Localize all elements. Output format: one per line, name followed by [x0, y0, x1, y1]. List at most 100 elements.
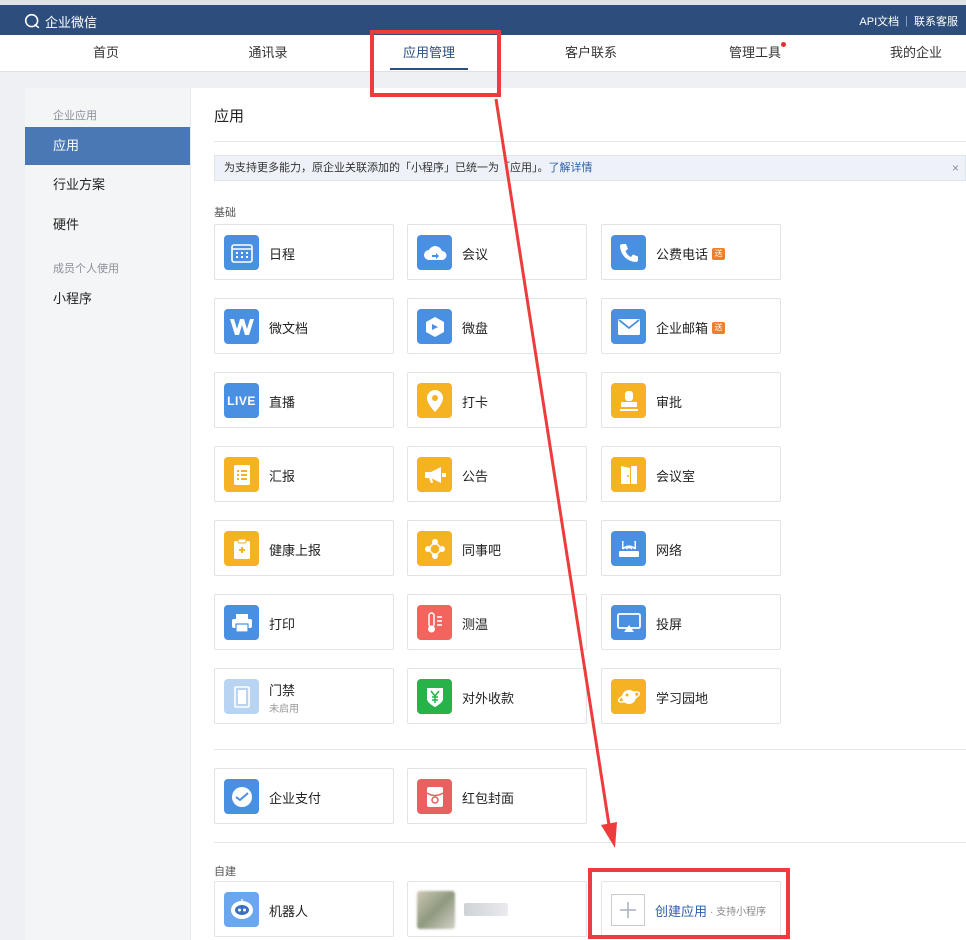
nav-home[interactable]: 首页 — [78, 35, 134, 71]
app-name: 投屏 — [656, 617, 683, 632]
app-card-robot[interactable]: 机器人 — [214, 881, 394, 937]
sidebar-item-apps[interactable]: 应用 — [25, 127, 190, 165]
nav-contacts[interactable]: 通讯录 — [240, 35, 296, 71]
app-status: 未启用 — [269, 704, 299, 715]
app-name: 打卡 — [462, 395, 489, 410]
app-name: 会议室 — [656, 469, 696, 484]
title-divider — [214, 141, 966, 142]
notice-banner: 为支持更多能力，原企业关联添加的「小程序」已统一为「应用」。了解详情 × — [214, 155, 966, 181]
location-pin-icon — [417, 383, 452, 418]
notice-close-icon[interactable]: × — [952, 156, 959, 180]
app-name: 打印 — [269, 617, 296, 632]
live-icon-text: LIVE — [227, 393, 256, 408]
app-card-live[interactable]: LIVE 直播 — [214, 372, 394, 428]
section-divider — [214, 749, 966, 750]
app-name-text: 公费电话 — [656, 247, 709, 262]
app-card-disk[interactable]: 微盘 — [407, 298, 587, 354]
calendar-icon — [224, 235, 259, 270]
mail-icon — [611, 309, 646, 344]
app-card-doc[interactable]: 微文档 — [214, 298, 394, 354]
api-docs-link[interactable]: API文档 — [859, 13, 899, 29]
door-icon — [224, 679, 259, 714]
section-basic-label: 基础 — [214, 207, 236, 219]
app-card-health[interactable]: 健康上报 — [214, 520, 394, 576]
app-name: 会议 — [462, 247, 489, 262]
app-name: 公告 — [462, 469, 489, 484]
notice-learn-more-link[interactable]: 了解详情 — [549, 162, 593, 174]
red-packet-icon — [417, 779, 452, 814]
disk-icon — [417, 309, 452, 344]
app-card-report[interactable]: 汇报 — [214, 446, 394, 502]
w-doc-icon — [224, 309, 259, 344]
support-link[interactable]: 联系客服 — [914, 13, 958, 29]
app-name: 企业邮箱送 — [656, 318, 726, 337]
sidebar-item-industry[interactable]: 行业方案 — [25, 166, 190, 204]
planet-icon — [611, 679, 646, 714]
blurred-app-name — [464, 903, 508, 916]
app-name: 测温 — [462, 617, 489, 632]
app-name: 微文档 — [269, 321, 309, 336]
app-card-temperature[interactable]: 测温 — [407, 594, 587, 650]
yuan-shield-icon — [417, 679, 452, 714]
page-title: 应用 — [214, 108, 245, 125]
app-name: 同事吧 — [462, 543, 502, 558]
app-card-payment-collect[interactable]: 对外收款 — [407, 668, 587, 724]
app-card-schedule[interactable]: 日程 — [214, 224, 394, 280]
router-icon — [611, 531, 646, 566]
app-name-text: 企业邮箱 — [656, 321, 709, 336]
stamp-icon — [611, 383, 646, 418]
section-custom-label: 自建 — [214, 866, 236, 878]
nav-my-enterprise[interactable]: 我的企业 — [886, 35, 946, 71]
logo-text: 企业微信 — [45, 14, 98, 30]
wecom-logo[interactable]: 企业微信 — [24, 11, 97, 31]
app-card-blurred[interactable] — [407, 881, 587, 937]
sidebar-item-mini-program[interactable]: 小程序 — [25, 280, 190, 318]
sidebar-group-personal: 成员个人使用 — [53, 263, 119, 275]
app-card-phone[interactable]: 公费电话送 — [601, 224, 781, 280]
health-report-icon — [224, 531, 259, 566]
app-card-approval[interactable]: 审批 — [601, 372, 781, 428]
main-area: 应用 为支持更多能力，原企业关联添加的「小程序」已统一为「应用」。了解详情 × … — [191, 88, 966, 940]
app-card-study[interactable]: 学习园地 — [601, 668, 781, 724]
gift-badge: 送 — [712, 321, 726, 334]
thermometer-icon — [417, 605, 452, 640]
app-name: 门禁 — [269, 683, 296, 698]
app-card-meeting-room[interactable]: 会议室 — [601, 446, 781, 502]
link-separator: | — [905, 15, 908, 27]
app-name: 学习园地 — [656, 691, 709, 706]
pay-check-icon — [224, 779, 259, 814]
cloud-meeting-icon — [417, 235, 452, 270]
nav-admin-tools[interactable]: 管理工具 — [724, 35, 786, 71]
app-card-print[interactable]: 打印 — [214, 594, 394, 650]
report-icon — [224, 457, 259, 492]
app-card-screencast[interactable]: 投屏 — [601, 594, 781, 650]
app-card-door[interactable]: 门禁 未启用 — [214, 668, 394, 724]
app-card-mail[interactable]: 企业邮箱送 — [601, 298, 781, 354]
app-name: 汇报 — [269, 469, 296, 484]
app-card-notice[interactable]: 公告 — [407, 446, 587, 502]
app-card-checkin[interactable]: 打卡 — [407, 372, 587, 428]
megaphone-icon — [417, 457, 452, 492]
app-name: 机器人 — [269, 904, 309, 919]
printer-icon — [224, 605, 259, 640]
top-links: API文档 | 联系客服 — [859, 13, 958, 29]
app-name: 审批 — [656, 395, 683, 410]
sidebar-item-hardware[interactable]: 硬件 — [25, 206, 190, 244]
app-name: 公费电话送 — [656, 244, 726, 263]
app-card-meeting[interactable]: 会议 — [407, 224, 587, 280]
live-icon: LIVE — [224, 383, 259, 418]
app-card-red-packet[interactable]: 红包封面 — [407, 768, 587, 824]
app-card-network[interactable]: 网络 — [601, 520, 781, 576]
app-card-colleague[interactable]: 同事吧 — [407, 520, 587, 576]
door-room-icon — [611, 457, 646, 492]
nav-customer-contact[interactable]: 客户联系 — [560, 35, 622, 71]
phone-icon — [611, 235, 646, 270]
app-card-enterprise-pay[interactable]: 企业支付 — [214, 768, 394, 824]
annotation-highlight-create — [588, 868, 790, 939]
blurred-app-thumbnail — [417, 891, 455, 929]
network-nodes-icon — [417, 531, 452, 566]
sidebar-group-enterprise-apps: 企业应用 — [53, 110, 97, 122]
section-divider — [214, 842, 966, 843]
app-name: 网络 — [656, 543, 683, 558]
app-name: 直播 — [269, 395, 296, 410]
